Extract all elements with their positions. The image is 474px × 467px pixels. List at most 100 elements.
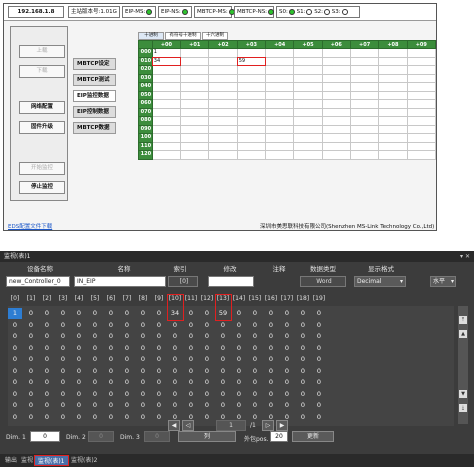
register-cell[interactable] [406, 107, 437, 117]
watch-cell[interactable]: 0 [216, 343, 230, 354]
register-cell[interactable] [321, 107, 351, 117]
watch-cell[interactable]: 0 [296, 366, 310, 377]
download-button[interactable]: 下载 [19, 65, 65, 78]
column-button[interactable]: 列 [178, 431, 236, 442]
watch-cell[interactable]: 0 [8, 343, 22, 354]
register-cell[interactable] [406, 65, 437, 75]
watch-cell[interactable]: 0 [232, 343, 246, 354]
register-cell[interactable] [321, 56, 351, 66]
tab-mbtcp-data[interactable]: MBTCP数据 [73, 122, 116, 134]
watch-cell[interactable]: 0 [104, 389, 118, 400]
register-cell[interactable] [236, 99, 267, 109]
register-cell[interactable] [406, 99, 437, 109]
watch-cell[interactable]: 0 [88, 366, 102, 377]
register-cell[interactable] [151, 133, 182, 143]
watch-cell[interactable]: 0 [232, 400, 246, 411]
watch-cell[interactable]: 0 [120, 331, 134, 342]
watch-cell[interactable]: 0 [104, 412, 118, 423]
watch-cell[interactable]: 0 [56, 331, 70, 342]
watch-cell[interactable]: 0 [40, 412, 54, 423]
watch-cell[interactable]: 0 [136, 377, 150, 388]
watch-cell[interactable]: 0 [232, 331, 246, 342]
watch-cell[interactable]: 0 [8, 400, 22, 411]
watch-cell[interactable]: 0 [136, 389, 150, 400]
watch-cell[interactable]: 0 [152, 400, 166, 411]
register-cell[interactable] [349, 133, 380, 143]
watch-cell[interactable]: 0 [200, 320, 214, 331]
register-cell[interactable] [265, 82, 295, 92]
watch-cell[interactable]: 0 [24, 366, 38, 377]
register-cell[interactable] [349, 141, 380, 151]
watch-cell[interactable]: 0 [136, 400, 150, 411]
watch-cell[interactable]: 0 [40, 366, 54, 377]
watch-cell[interactable]: 0 [200, 343, 214, 354]
watch-cell[interactable]: 0 [24, 389, 38, 400]
register-cell[interactable] [406, 141, 437, 151]
register-cell[interactable] [180, 141, 210, 151]
register-cell[interactable] [406, 133, 437, 143]
watch-cell[interactable]: 0 [296, 320, 310, 331]
vertical-scrollbar[interactable]: ⤒ ▲ ▼ ⤓ [458, 306, 468, 424]
watch-cell[interactable]: 0 [104, 320, 118, 331]
watch-cell[interactable]: 0 [40, 308, 54, 319]
register-cell[interactable] [378, 150, 408, 160]
watch-cell[interactable]: 0 [264, 308, 278, 319]
watch-cell[interactable]: 0 [104, 354, 118, 365]
watch-cell[interactable]: 0 [232, 366, 246, 377]
register-cell[interactable] [265, 65, 295, 75]
watch-cell[interactable]: 0 [280, 377, 294, 388]
subtab-decimal[interactable]: 十进制 [138, 32, 164, 40]
watch-cell[interactable]: 0 [120, 366, 134, 377]
watch-cell[interactable]: 0 [104, 400, 118, 411]
watch-cell[interactable]: 0 [248, 331, 262, 342]
watch-cell[interactable]: 0 [152, 320, 166, 331]
subtab-signed-decimal[interactable]: 有符号十进制 [165, 32, 201, 40]
watch-cell[interactable]: 0 [296, 412, 310, 423]
watch-cell[interactable]: 0 [24, 400, 38, 411]
subtab-hex[interactable]: 十六进制 [202, 32, 228, 40]
watch-cell[interactable]: 0 [264, 320, 278, 331]
watch-cell[interactable]: 0 [88, 412, 102, 423]
tab-eip-control-data[interactable]: EIP控制数据 [73, 106, 116, 118]
watch-cell[interactable]: 0 [120, 354, 134, 365]
watch-cell[interactable]: 0 [88, 400, 102, 411]
register-cell[interactable] [151, 124, 182, 134]
upload-button[interactable]: 上载 [19, 45, 65, 58]
watch-cell[interactable]: 0 [280, 389, 294, 400]
register-cell[interactable] [406, 90, 437, 100]
watch-cell[interactable]: 0 [264, 377, 278, 388]
register-cell[interactable] [151, 141, 182, 151]
watch-cell[interactable]: 0 [248, 354, 262, 365]
watch-cell[interactable]: 0 [312, 331, 326, 342]
watch-cell[interactable]: 0 [56, 320, 70, 331]
watch-cell[interactable]: 0 [312, 400, 326, 411]
register-cell[interactable] [151, 107, 182, 117]
register-cell[interactable] [349, 82, 380, 92]
register-cell[interactable] [180, 150, 210, 160]
watch-cell[interactable]: 0 [56, 366, 70, 377]
watch-cell[interactable]: 0 [104, 331, 118, 342]
register-cell[interactable] [208, 48, 238, 58]
register-cell[interactable] [349, 56, 380, 66]
register-cell[interactable] [265, 124, 295, 134]
watch-cell[interactable]: 0 [136, 308, 150, 319]
watch-cell[interactable]: 0 [8, 331, 22, 342]
watch-cell[interactable]: 0 [168, 320, 182, 331]
watch-cell[interactable]: 0 [104, 377, 118, 388]
register-cell[interactable] [208, 107, 238, 117]
watch-cell[interactable]: 0 [120, 343, 134, 354]
watch-cell[interactable]: 0 [216, 400, 230, 411]
watch-cell[interactable]: 0 [216, 354, 230, 365]
register-cell[interactable] [349, 48, 380, 58]
watch-cell[interactable]: 0 [136, 331, 150, 342]
dim3-field[interactable]: 0 [144, 431, 170, 442]
register-cell[interactable] [321, 82, 351, 92]
watch-cell[interactable]: 0 [72, 400, 86, 411]
orientation-select[interactable]: 水平 ▾ [430, 276, 456, 287]
register-cell[interactable] [180, 48, 210, 58]
register-cell[interactable] [236, 141, 267, 151]
register-cell[interactable] [378, 65, 408, 75]
watch-cell[interactable]: 0 [88, 389, 102, 400]
watch-cell[interactable]: 0 [72, 331, 86, 342]
update-button[interactable]: 更新 [292, 431, 334, 442]
